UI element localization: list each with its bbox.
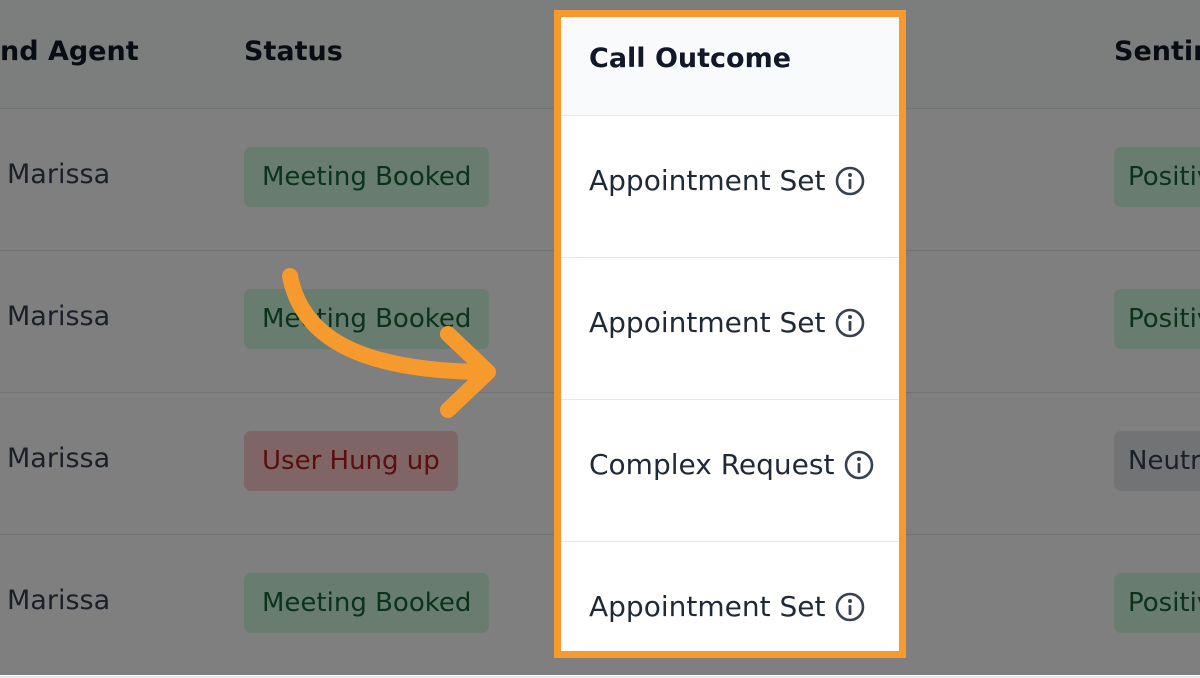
status-badge: Meeting Booked xyxy=(244,573,490,633)
call-outcome-cell: Appointment Set xyxy=(589,306,866,339)
column-header-sentiment[interactable]: Sentim xyxy=(1114,36,1200,67)
table-row[interactable]: Appointment Set xyxy=(561,542,899,651)
status-badge: Meeting Booked xyxy=(244,147,490,207)
highlighted-call-outcome-column: Call Outcome Appointment Set Appointment… xyxy=(554,10,906,658)
table-row[interactable]: Appointment Set xyxy=(561,258,899,401)
call-outcome-cell: Appointment Set xyxy=(589,590,866,623)
status-badge: User Hung up xyxy=(244,431,458,491)
sentiment-badge: Positiv xyxy=(1114,573,1200,633)
info-circle-icon[interactable] xyxy=(834,165,866,197)
call-outcome-label: Appointment Set xyxy=(589,590,826,623)
curved-arrow-icon xyxy=(270,260,510,430)
column-header-call-outcome[interactable]: Call Outcome xyxy=(589,43,791,74)
sentiment-badge: Positiv xyxy=(1114,289,1200,349)
column-header-status[interactable]: Status xyxy=(244,36,343,67)
call-outcome-label: Complex Request xyxy=(589,448,835,481)
table-row[interactable]: Complex Request xyxy=(561,400,899,543)
info-circle-icon[interactable] xyxy=(834,307,866,339)
spotlight-header: Call Outcome xyxy=(561,17,899,116)
call-outcome-cell: Appointment Set xyxy=(589,164,866,197)
agent-name: Marissa xyxy=(7,301,111,332)
table-row[interactable]: Appointment Set xyxy=(561,116,899,259)
column-header-agent[interactable]: nd Agent xyxy=(0,36,139,67)
info-circle-icon[interactable] xyxy=(834,591,866,623)
call-outcome-cell: Complex Request xyxy=(589,448,875,481)
sentiment-badge: Neutra xyxy=(1114,431,1200,491)
call-outcome-label: Appointment Set xyxy=(589,164,826,197)
agent-name: Marissa xyxy=(7,443,111,474)
agent-name: Marissa xyxy=(7,159,111,190)
agent-name: Marissa xyxy=(7,585,111,616)
sentiment-badge: Positiv xyxy=(1114,147,1200,207)
info-circle-icon[interactable] xyxy=(843,449,875,481)
call-outcome-label: Appointment Set xyxy=(589,306,826,339)
